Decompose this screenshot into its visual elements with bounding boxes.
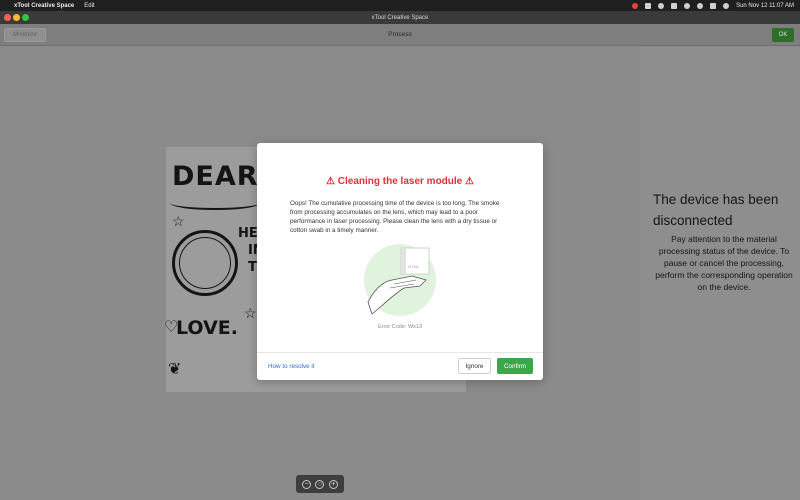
minimize-window-button[interactable] xyxy=(13,14,20,21)
confirm-button[interactable]: Confirm xyxy=(497,358,533,374)
ok-button[interactable]: OK xyxy=(772,28,794,42)
zoom-out-button[interactable]: − xyxy=(302,479,312,489)
heart-icon: ♡ xyxy=(164,319,179,336)
error-code: Error Code: Wx13 xyxy=(377,324,422,330)
toolbar-title: Process xyxy=(388,31,412,38)
ignore-button[interactable]: Ignore xyxy=(458,358,491,374)
status-area: Sun Nov 12 11:07 AM xyxy=(632,2,794,9)
window-title-bar: xTool Creative Space xyxy=(0,11,800,24)
window-title: xTool Creative Space xyxy=(371,14,429,21)
battery-icon[interactable] xyxy=(671,2,678,9)
status-app-icon[interactable] xyxy=(632,2,639,9)
dialog-title: ⚠ Cleaning the laser module ⚠ xyxy=(326,176,474,187)
bluetooth-icon[interactable] xyxy=(658,2,665,9)
dialog-message: Oops! The cumulative processing time of … xyxy=(290,200,500,234)
disconnected-title: The device has been disconnected xyxy=(653,192,779,228)
search-icon[interactable] xyxy=(697,2,704,9)
disconnected-description: Pay attention to the material processing… xyxy=(655,234,793,292)
design-letters-3: T xyxy=(248,260,257,275)
process-toolbar: Minimize Process OK xyxy=(0,24,800,46)
zoom-window-button[interactable] xyxy=(22,14,29,21)
dialog-divider xyxy=(257,352,543,353)
holly-icon: ❦ xyxy=(168,361,182,378)
how-to-resolve-link[interactable]: How to resolve it xyxy=(268,363,315,370)
wreath-graphic xyxy=(172,230,238,296)
star-icon: ☆ xyxy=(172,213,185,229)
close-window-button[interactable] xyxy=(4,14,11,21)
macos-menu-bar: xTool Creative Space Edit Sun Nov 12 11:… xyxy=(0,0,800,11)
zoom-in-button[interactable]: + xyxy=(328,479,338,489)
star-icon: ☆ xyxy=(244,305,257,321)
string-lights-graphic xyxy=(170,196,260,210)
menu-clock[interactable]: Sun Nov 12 11:07 AM xyxy=(736,3,794,9)
zoom-reset-button[interactable]: ○ xyxy=(315,479,325,489)
control-center-icon[interactable] xyxy=(710,2,717,9)
lens-cleaning-illustration xyxy=(364,244,436,316)
device-status-panel: The device has been disconnected Pay att… xyxy=(640,47,800,500)
wifi-icon[interactable] xyxy=(684,2,691,9)
menu-edit[interactable]: Edit xyxy=(84,3,94,9)
zoom-controls: − ○ + xyxy=(296,475,344,493)
siri-icon[interactable] xyxy=(723,2,730,9)
design-love: LOVE. xyxy=(176,317,238,339)
device-brand-label: xTOOL xyxy=(408,265,420,269)
display-icon[interactable] xyxy=(645,2,652,9)
cleaning-dialog: ⚠ Cleaning the laser module ⚠ Oops! The … xyxy=(257,143,543,380)
menu-app-name[interactable]: xTool Creative Space xyxy=(14,3,74,9)
